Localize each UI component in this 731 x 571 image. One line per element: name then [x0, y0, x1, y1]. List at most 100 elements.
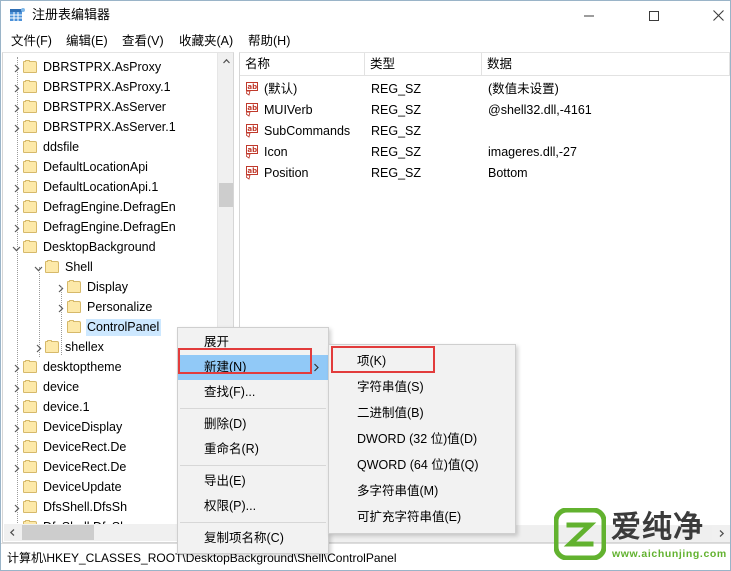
- value-name: SubCommands: [264, 124, 351, 138]
- watermark: 爱纯净 www.aichunjing.com: [553, 504, 730, 567]
- tree-item[interactable]: DesktopBackground: [3, 237, 225, 257]
- list-column-header[interactable]: 名称 类型 数据: [240, 53, 730, 76]
- context-menu-item-7[interactable]: 复制项名称(C): [178, 526, 328, 551]
- value-type: REG_SZ: [371, 103, 422, 117]
- table-row[interactable]: ab Position REG_SZ Bottom: [240, 163, 730, 184]
- tree-item[interactable]: DBRSTPRX.AsServer: [3, 97, 225, 117]
- tree-item-label: device: [43, 379, 80, 394]
- minimize-button[interactable]: [566, 1, 612, 30]
- tree-item-label: ddsfile: [43, 139, 80, 154]
- close-button[interactable]: [695, 1, 730, 30]
- close-icon: [712, 10, 724, 21]
- value-data: @shell32.dll,-4161: [488, 103, 592, 117]
- context-menu-item-5[interactable]: 导出(E): [178, 469, 328, 494]
- value-type: REG_SZ: [371, 124, 422, 138]
- submenu-item-2[interactable]: 二进制值(B): [329, 400, 515, 426]
- submenu-item-5[interactable]: 多字符串值(M): [329, 478, 515, 504]
- watermark-url: www.aichunjing.com: [612, 548, 727, 560]
- tree-item[interactable]: DBRSTPRX.AsProxy: [3, 57, 225, 77]
- table-row[interactable]: ab MUIVerb REG_SZ @shell32.dll,-4161: [240, 100, 730, 121]
- context-menu-label: 新建(N): [204, 360, 247, 374]
- menu-separator: [180, 408, 326, 409]
- menu-item-2[interactable]: 查看(V): [120, 32, 166, 50]
- svg-text:ab: ab: [247, 167, 257, 175]
- title-bar: 注册表编辑器: [1, 1, 730, 30]
- menu-item-4[interactable]: 帮助(H): [246, 32, 292, 50]
- tree-item-label: DesktopBackground: [43, 239, 156, 254]
- string-value-icon: ab: [245, 103, 261, 117]
- context-menu-item-6[interactable]: 权限(P)...: [178, 494, 328, 519]
- string-value-icon: ab: [245, 166, 261, 180]
- scroll-up-button[interactable]: [218, 53, 233, 70]
- tree-item[interactable]: Shell: [3, 257, 233, 277]
- context-menu-item-2[interactable]: 查找(F)...: [178, 380, 328, 405]
- tree-item[interactable]: Display: [3, 277, 233, 297]
- chevron-left-icon: [9, 529, 15, 536]
- value-type: REG_SZ: [371, 82, 422, 96]
- menu-separator: [180, 465, 326, 466]
- folder-icon: [23, 59, 38, 74]
- context-menu-item-0[interactable]: 展开: [178, 330, 328, 355]
- folder-icon: [23, 359, 38, 374]
- folder-icon: [23, 119, 38, 134]
- tree-item[interactable]: DefragEngine.DefragEn: [3, 217, 225, 237]
- watermark-brand: 爱纯净: [611, 510, 704, 545]
- context-menu-label: 权限(P)...: [204, 499, 257, 513]
- context-menu-label: 复制项名称(C): [204, 531, 284, 545]
- folder-icon: [23, 499, 38, 514]
- tree-item-label: DeviceDisplay: [43, 419, 123, 434]
- column-header-2[interactable]: 数据: [482, 53, 730, 75]
- registry-icon: [9, 7, 26, 24]
- tree-item[interactable]: ddsfile: [3, 137, 225, 157]
- chevron-right-icon: [312, 355, 320, 380]
- folder-icon: [67, 279, 82, 294]
- context-menu-item-1[interactable]: 新建(N): [178, 355, 328, 380]
- menu-item-0[interactable]: 文件(F): [9, 32, 54, 50]
- table-row[interactable]: ab SubCommands REG_SZ: [240, 121, 730, 142]
- folder-icon: [23, 79, 38, 94]
- tree-item[interactable]: DBRSTPRX.AsServer.1: [3, 117, 225, 137]
- submenu-item-6[interactable]: 可扩充字符串值(E): [329, 504, 515, 530]
- tree-item[interactable]: DefaultLocationApi.1: [3, 177, 225, 197]
- folder-icon: [23, 99, 38, 114]
- menu-item-1[interactable]: 编辑(E): [64, 32, 110, 50]
- submenu-item-4[interactable]: QWORD (64 位)值(Q): [329, 452, 515, 478]
- tree-item[interactable]: DBRSTPRX.AsProxy.1: [3, 77, 225, 97]
- submenu-item-0[interactable]: 项(K): [329, 348, 515, 374]
- string-value-icon: ab: [245, 145, 261, 159]
- value-data: [488, 121, 730, 142]
- tree-item[interactable]: Personalize: [3, 297, 233, 317]
- value-type: REG_SZ: [371, 145, 422, 159]
- tree-item-label: Personalize: [87, 299, 153, 314]
- tree-hscroll-thumb[interactable]: [22, 525, 94, 540]
- menu-separator: [180, 522, 326, 523]
- value-name: MUIVerb: [264, 103, 313, 117]
- tree-guide-line: [17, 57, 18, 525]
- column-header-0[interactable]: 名称: [240, 53, 365, 75]
- tree-context-menu[interactable]: 展开新建(N) 查找(F)... 删除(D) 重命名(R) 导出(E) 权限(P)... 复…: [177, 327, 329, 554]
- submenu-item-3[interactable]: DWORD (32 位)值(D): [329, 426, 515, 452]
- menu-item-3[interactable]: 收藏夹(A): [177, 32, 235, 50]
- tree-guide-line: [39, 267, 40, 357]
- aichunjing-logo-icon: [553, 507, 607, 561]
- tree-item[interactable]: DefaultLocationApi: [3, 157, 225, 177]
- folder-icon: [23, 419, 38, 434]
- maximize-icon: [649, 10, 659, 21]
- column-header-1[interactable]: 类型: [365, 53, 482, 75]
- tree-item-label: Display: [87, 279, 128, 294]
- tree-scroll-thumb[interactable]: [219, 183, 233, 207]
- submenu-item-1[interactable]: 字符串值(S): [329, 374, 515, 400]
- context-menu-item-4[interactable]: 重命名(R): [178, 437, 328, 462]
- chevron-up-icon: [222, 58, 230, 64]
- maximize-button[interactable]: [631, 1, 677, 30]
- table-row[interactable]: ab Icon REG_SZ imageres.dll,-27: [240, 142, 730, 163]
- tree-item[interactable]: DefragEngine.DefragEn: [3, 197, 225, 217]
- value-data: imageres.dll,-27: [488, 145, 577, 159]
- tree-item-label: Shell: [65, 259, 93, 274]
- scroll-left-button[interactable]: [4, 524, 21, 541]
- tree-item-label: DefragEngine.DefragEn: [43, 219, 176, 234]
- context-menu-item-3[interactable]: 删除(D): [178, 412, 328, 437]
- table-row[interactable]: ab (默认) REG_SZ (数值未设置): [240, 79, 730, 100]
- new-submenu[interactable]: 项(K) 字符串值(S) 二进制值(B) DWORD (32 位)值(D) QWORD …: [328, 344, 516, 534]
- svg-text:ab: ab: [247, 125, 257, 133]
